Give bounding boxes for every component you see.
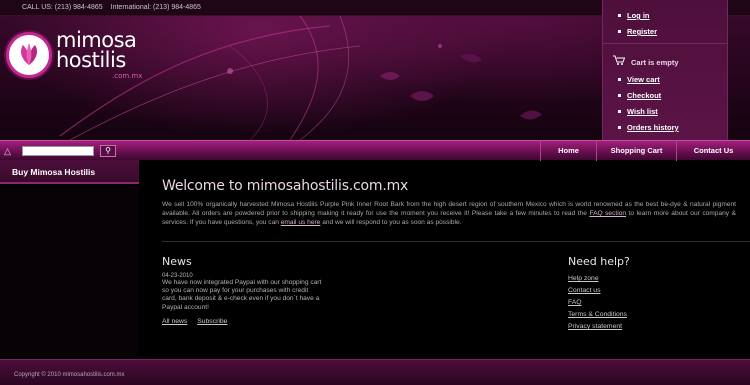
logo-line-2: hostilis — [56, 48, 126, 72]
help-section: Need help? Help zone Contact us FAQ Term… — [568, 255, 718, 333]
news-links: All news Subscribe — [162, 318, 332, 325]
nav-shopping-cart[interactable]: Shopping Cart — [596, 141, 676, 161]
register-link[interactable]: Register — [613, 24, 727, 40]
logo-line-1: mimosa — [56, 28, 137, 52]
leaf-icon — [21, 43, 37, 65]
nav-home[interactable]: Home — [540, 141, 596, 161]
news-body: We have now integrated Paypal with our s… — [162, 279, 322, 311]
faq-help-link[interactable]: FAQ — [568, 297, 718, 309]
terms-link[interactable]: Terms & Conditions — [568, 309, 718, 321]
logo-wordmark: mimosa hostilis — [56, 28, 137, 72]
intro-text-3: and we will respond to you as soon as po… — [320, 219, 462, 226]
logo-badge — [6, 32, 52, 78]
logo-domain: .com.mx — [112, 72, 143, 80]
search-icon: ⚲ — [105, 146, 111, 155]
page-title: Welcome to mimosahostilis.com.mx — [162, 178, 409, 194]
account-links: Log in Register — [603, 0, 727, 44]
welcome-section: Welcome to mimosahostilis.com.mx We sell… — [162, 178, 736, 227]
help-zone-link[interactable]: Help zone — [568, 273, 718, 285]
international-phone-text: International: (213) 984-4865 — [110, 4, 201, 11]
main-navbar: △ ⚲ Home Shopping Cart Contact Us — [0, 140, 750, 161]
content-divider — [162, 241, 750, 242]
subscribe-link[interactable]: Subscribe — [197, 318, 227, 325]
news-heading: News — [162, 255, 192, 268]
call-us-text: CALL US: (213) 984-4865 — [22, 4, 103, 11]
cart-links: Cart is empty View cart Checkout Wish li… — [603, 44, 727, 136]
sidebar-body — [0, 186, 139, 356]
checkout-link[interactable]: Checkout — [613, 88, 727, 104]
news-section: News 04-23-2010 We have now integrated P… — [162, 255, 332, 325]
nav-contact-us[interactable]: Contact Us — [676, 141, 750, 161]
site-header: CALL US: (213) 984-4865 International: (… — [0, 0, 750, 140]
user-panel: Log in Register Cart is empty View cart … — [602, 0, 728, 140]
faq-link[interactable]: FAQ section — [589, 210, 626, 217]
help-heading: Need help? — [568, 255, 630, 268]
nav-links: Home Shopping Cart Contact Us — [540, 141, 750, 161]
privacy-link[interactable]: Privacy statement — [568, 321, 718, 333]
sidebar-item-buy-mimosa[interactable]: Buy Mimosa Hostilis — [0, 160, 139, 184]
intro-paragraph: We sell 100% organically harvested Mimos… — [162, 200, 736, 227]
copyright-text: Copyright © 2010 mimosahostilis.com.mx — [14, 372, 125, 378]
cart-status: Cart is empty — [613, 52, 727, 72]
shopping-cart-icon — [613, 52, 627, 72]
wish-list-link[interactable]: Wish list — [613, 104, 727, 120]
site-logo[interactable]: mimosa hostilis .com.mx — [6, 28, 143, 90]
email-us-link[interactable]: email us here — [281, 219, 321, 226]
search-input[interactable] — [22, 146, 94, 156]
view-cart-link[interactable]: View cart — [613, 72, 727, 88]
all-news-link[interactable]: All news — [162, 318, 187, 325]
login-link[interactable]: Log in — [613, 8, 727, 24]
orders-history-link[interactable]: Orders history — [613, 120, 727, 136]
binoculars-icon: △ — [4, 146, 11, 156]
site-footer: Copyright © 2010 mimosahostilis.com.mx — [0, 359, 750, 385]
contact-us-link[interactable]: Contact us — [568, 285, 718, 297]
category-sidebar: Buy Mimosa Hostilis — [0, 160, 139, 184]
cart-status-text: Cart is empty — [631, 58, 679, 67]
search-button[interactable]: ⚲ — [100, 145, 116, 157]
